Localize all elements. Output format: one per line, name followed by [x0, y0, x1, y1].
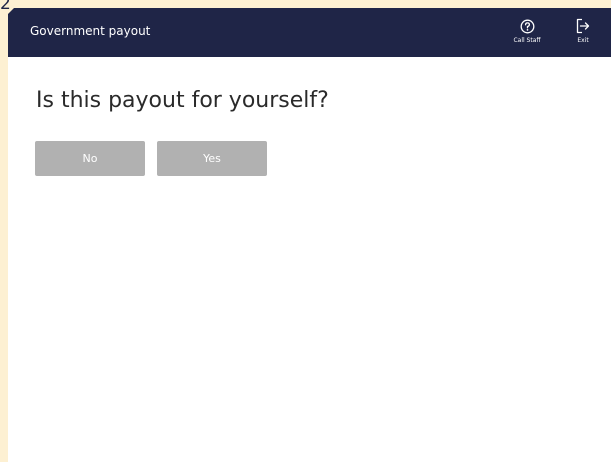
header-title: Government payout: [30, 24, 151, 38]
exit-button[interactable]: Exit: [572, 16, 594, 44]
no-button[interactable]: No: [35, 141, 145, 176]
yes-button[interactable]: Yes: [157, 141, 267, 176]
question-circle-icon: [520, 16, 535, 36]
call-staff-label: Call Staff: [513, 37, 541, 44]
page-question: Is this payout for yourself?: [36, 88, 329, 113]
step-number: 2: [0, 0, 11, 14]
exit-label: Exit: [577, 37, 589, 44]
header-bar: Government payout Call Staff Exit: [8, 8, 611, 57]
kiosk-screen: Government payout Call Staff Exit Is thi…: [8, 8, 611, 462]
call-staff-button[interactable]: Call Staff: [512, 16, 542, 44]
exit-door-icon: [576, 16, 590, 36]
